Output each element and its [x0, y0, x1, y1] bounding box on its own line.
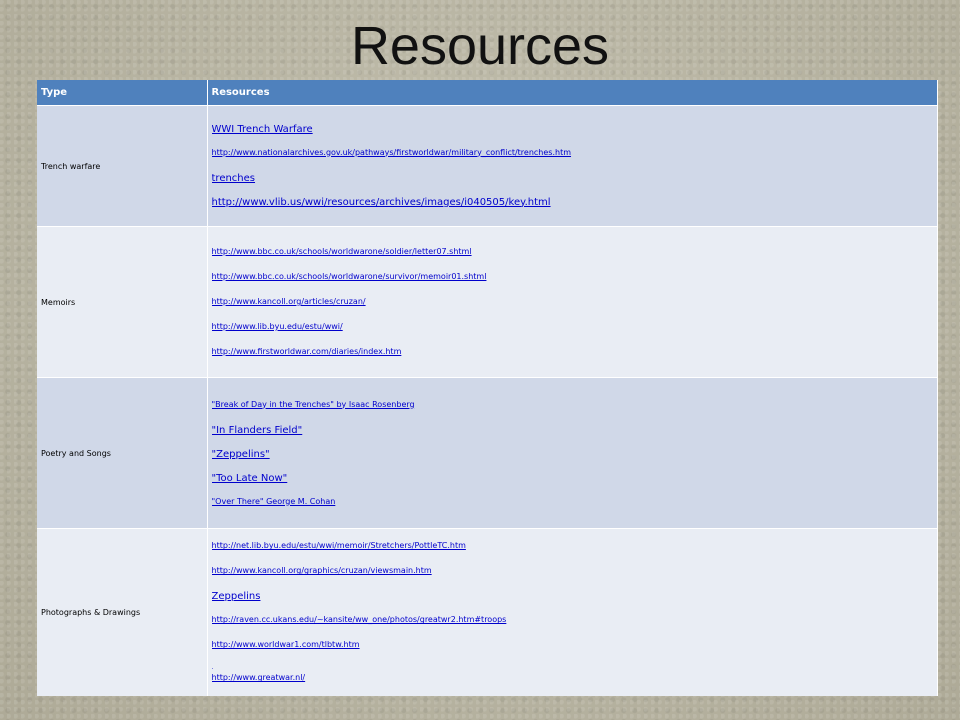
resource-link[interactable]: http://www.lib.byu.edu/estu/wwi/	[212, 322, 937, 332]
resource-link[interactable]: http://www.bbc.co.uk/schools/worldwarone…	[212, 272, 937, 282]
resource-links-cell: http://net.lib.byu.edu/estu/wwi/memoir/S…	[207, 528, 938, 696]
resource-link[interactable]: "In Flanders Field"	[212, 425, 937, 437]
resource-type-cell: Memoirs	[37, 226, 208, 378]
resource-links-cell: WWI Trench Warfare http://www.nationalarc…	[207, 105, 938, 227]
resource-link[interactable]: http://www.bbc.co.uk/schools/worldwarone…	[212, 247, 937, 257]
resource-link[interactable]: http://www.firstworldwar.com/diaries/ind…	[212, 347, 937, 357]
resource-link[interactable]: Zeppelins	[212, 591, 937, 603]
resource-link[interactable]: "Break of Day in the Trenches" by Isaac …	[212, 400, 937, 410]
resource-link[interactable]: http://www.kancoll.org/graphics/cruzan/v…	[212, 566, 937, 576]
resource-link[interactable]: http://www.nationalarchives.gov.uk/pathw…	[212, 148, 937, 158]
resource-link[interactable]: http://www.worldwar1.com/tlbtw.htm	[212, 640, 937, 650]
resource-type-cell: Poetry and Songs	[37, 377, 208, 529]
table-row: Trench warfare WWI Trench Warfare http://w…	[37, 105, 938, 227]
resource-link[interactable]: http://raven.cc.ukans.edu/~kansite/ww_on…	[212, 615, 937, 625]
table-row: Memoirs http://www.bbc.co.uk/schools/worl…	[37, 226, 938, 378]
resource-link[interactable]: http://www.vlib.us/wwi/resources/archive…	[212, 197, 937, 209]
resource-link[interactable]: http://net.lib.byu.edu/estu/wwi/memoir/S…	[212, 541, 937, 551]
column-header-resources: Resources	[207, 80, 938, 106]
resource-type-cell: Photographs & Drawings	[37, 528, 208, 696]
resource-link[interactable]: http://www.greatwar.nl/	[212, 673, 937, 683]
resource-link[interactable]: "Too Late Now"	[212, 473, 937, 485]
resource-links-cell: http://www.bbc.co.uk/schools/worldwarone…	[207, 226, 938, 378]
resource-link[interactable]: "Over There" George M. Cohan	[212, 497, 937, 507]
resource-link[interactable]: http://www.kancoll.org/articles/cruzan/	[212, 297, 937, 307]
resource-link[interactable]: WWI Trench Warfare	[212, 124, 937, 136]
column-header-type: Type	[37, 80, 208, 106]
resource-type-cell: Trench warfare	[37, 105, 208, 227]
resource-link[interactable]: trenches	[212, 173, 937, 185]
table-row: Photographs & Drawings http://net.lib.byu…	[37, 528, 938, 696]
resource-links-cell: "Break of Day in the Trenches" by Isaac …	[207, 377, 938, 529]
stray-dot: .	[211, 665, 214, 672]
table-row: Poetry and Songs "Break of Day in the Tre…	[37, 377, 938, 529]
table-header-row: Type Resources	[37, 80, 938, 106]
page-title: Resources	[350, 16, 610, 76]
resource-link[interactable]: "Zeppelins"	[212, 449, 937, 461]
resources-table: Type Resources Trench warfare WWI Trench …	[37, 80, 938, 696]
